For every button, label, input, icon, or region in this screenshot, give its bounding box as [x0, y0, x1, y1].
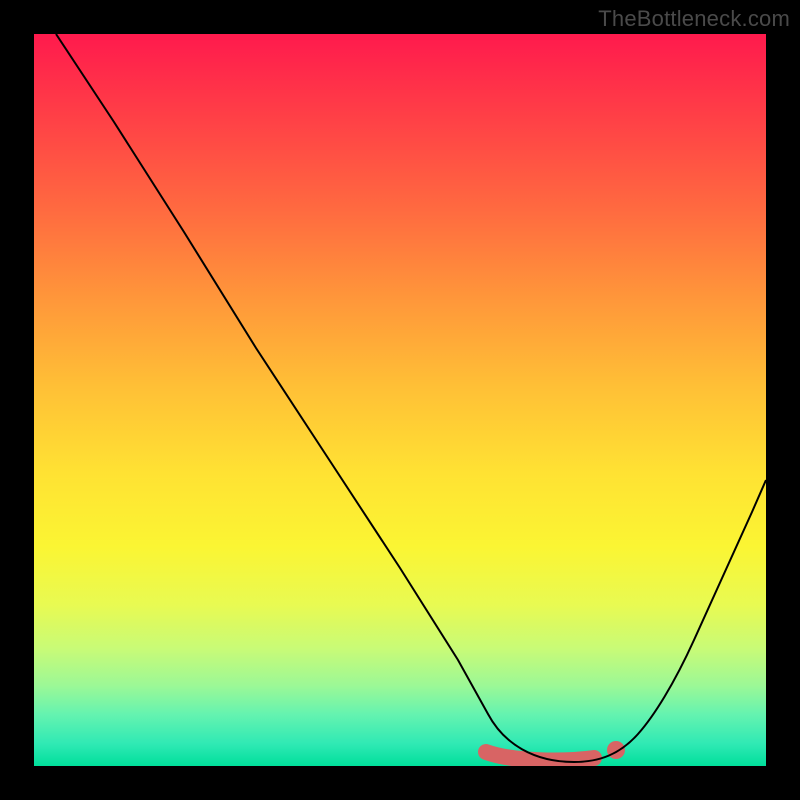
chart-frame: TheBottleneck.com — [0, 0, 800, 800]
bottleneck-curve — [56, 34, 766, 762]
optimal-point-dot — [607, 741, 625, 759]
watermark-text: TheBottleneck.com — [598, 6, 790, 32]
plot-area — [34, 34, 766, 766]
curve-layer — [34, 34, 766, 766]
